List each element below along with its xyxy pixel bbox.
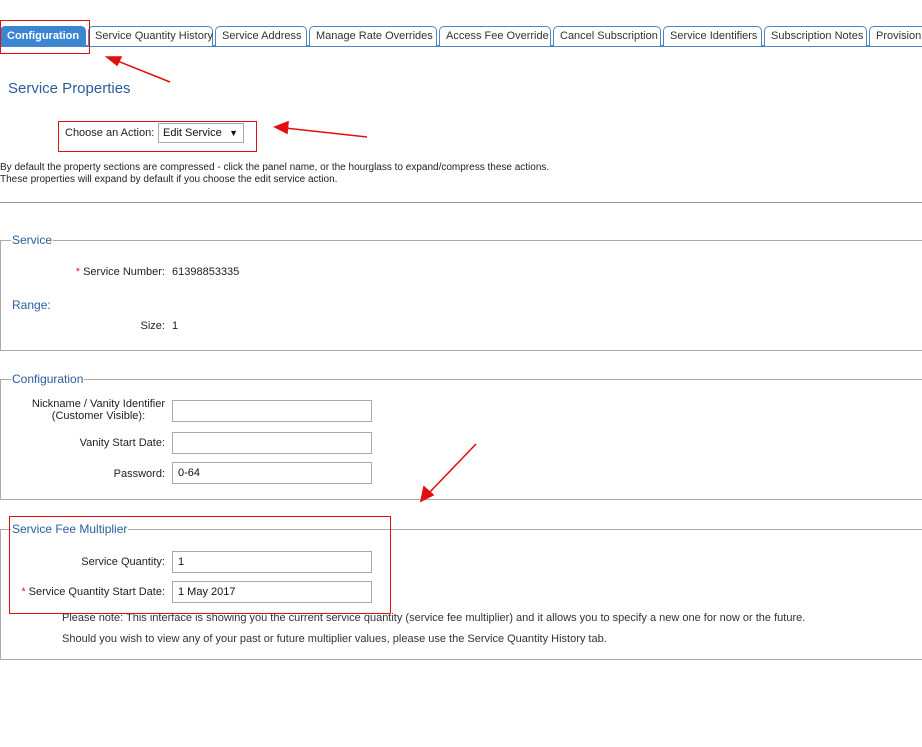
tab-access-fee-override[interactable]: Access Fee Override bbox=[439, 26, 551, 46]
range-label: Range: bbox=[12, 298, 51, 312]
tab-service-quantity-history[interactable]: Service Quantity History bbox=[88, 26, 213, 46]
divider bbox=[0, 202, 922, 203]
tab-service-address[interactable]: Service Address bbox=[215, 26, 307, 46]
service-fee-note-2: Should you wish to view any of your past… bbox=[62, 633, 607, 645]
annotation-box-fee bbox=[9, 516, 391, 614]
vanity-start-date-input[interactable] bbox=[172, 432, 372, 454]
required-marker: * bbox=[75, 266, 81, 278]
help-text-line-2: These properties will expand by default … bbox=[0, 174, 338, 185]
tab-bar: Configuration Service Quantity History S… bbox=[0, 26, 922, 47]
nickname-input[interactable] bbox=[172, 400, 372, 422]
service-panel-legend[interactable]: Service bbox=[11, 233, 54, 247]
password-label: Password: bbox=[113, 468, 165, 480]
size-value: 1 bbox=[172, 320, 179, 332]
tab-service-identifiers[interactable]: Service Identifiers bbox=[663, 26, 762, 46]
tab-subscription-notes[interactable]: Subscription Notes bbox=[764, 26, 867, 46]
configuration-panel: Configuration Nickname / Vanity Identifi… bbox=[0, 372, 922, 500]
vanity-start-date-label: Vanity Start Date: bbox=[79, 437, 165, 449]
arrow-head-icon bbox=[104, 56, 123, 67]
service-panel: Service * Service Number: 61398853335 Ra… bbox=[0, 233, 922, 351]
password-input[interactable]: 0-64 bbox=[172, 462, 372, 484]
size-label: Size: bbox=[140, 320, 165, 332]
arrow-head-icon bbox=[273, 120, 289, 135]
tab-cancel-subscription[interactable]: Cancel Subscription bbox=[553, 26, 661, 46]
page-title: Service Properties bbox=[8, 80, 131, 97]
tab-manage-rate-overrides[interactable]: Manage Rate Overrides bbox=[309, 26, 437, 46]
nickname-label: Nickname / Vanity Identifier (Customer V… bbox=[31, 398, 165, 422]
service-number-label: * Service Number: bbox=[75, 266, 165, 278]
annotation-box-tab bbox=[0, 20, 90, 54]
service-number-value: 61398853335 bbox=[172, 266, 240, 278]
tab-provisioning[interactable]: Provisioni bbox=[869, 26, 922, 46]
annotation-arrow-1 bbox=[114, 59, 171, 83]
annotation-box-action bbox=[58, 121, 257, 152]
help-text-line-1: By default the property sections are com… bbox=[0, 162, 550, 173]
configuration-panel-legend[interactable]: Configuration bbox=[11, 372, 85, 386]
annotation-arrow-2 bbox=[284, 127, 368, 138]
